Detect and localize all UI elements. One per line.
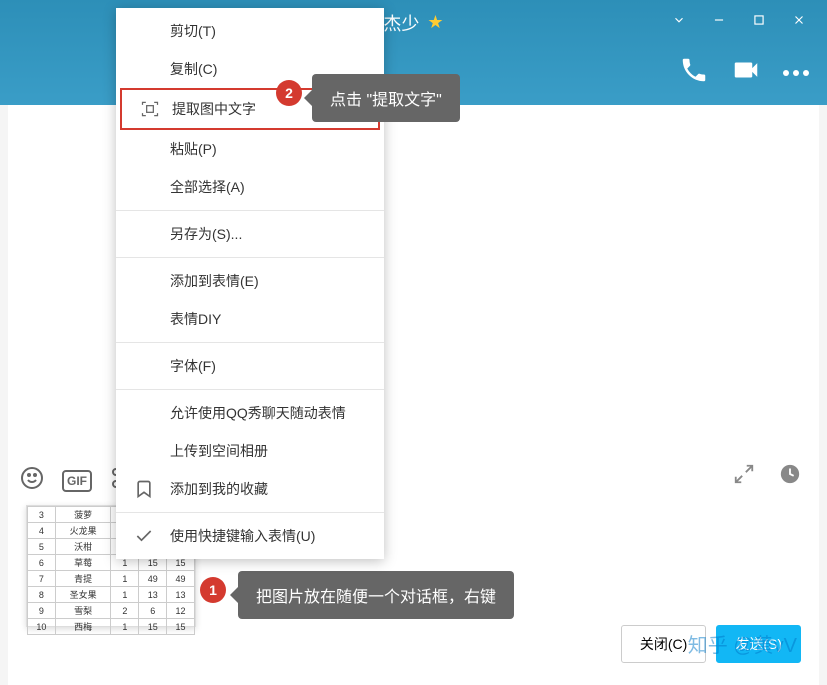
video-icon[interactable]: [731, 55, 761, 90]
table-cell: 沃柑: [55, 539, 111, 555]
menu-item-label: 使用快捷键输入表情(U): [170, 526, 315, 546]
menu-item-17[interactable]: 使用快捷键输入表情(U): [116, 517, 384, 555]
table-cell: 15: [167, 619, 195, 635]
maximize-icon[interactable]: [739, 4, 779, 36]
call-icon[interactable]: [679, 55, 709, 90]
dropdown-icon[interactable]: [659, 4, 699, 36]
menu-item-label: 复制(C): [170, 59, 217, 79]
table-row: 7青提14949: [28, 571, 195, 587]
menu-item-label: 提取图中文字: [172, 99, 256, 119]
menu-item-label: 另存为(S)...: [170, 224, 242, 244]
menu-item-label: 添加到表情(E): [170, 271, 259, 291]
table-cell: 1: [111, 619, 139, 635]
star-icon: ★: [427, 12, 443, 33]
table-row: 8圣女果11313: [28, 587, 195, 603]
table-cell: 9: [28, 603, 56, 619]
emoji-icon[interactable]: [20, 466, 44, 495]
close-icon[interactable]: [779, 4, 819, 36]
menu-item-label: 表情DIY: [170, 309, 221, 329]
menu-item-11[interactable]: 字体(F): [116, 347, 384, 385]
table-row: 10西梅11515: [28, 619, 195, 635]
table-row: 9雪梨2612: [28, 603, 195, 619]
table-cell: 6: [28, 555, 56, 571]
step-2-badge: 2: [276, 80, 302, 106]
menu-item-6[interactable]: 另存为(S)...: [116, 215, 384, 253]
gif-icon[interactable]: GIF: [62, 470, 92, 492]
table-cell: 13: [139, 587, 167, 603]
step-2-tooltip: 点击 "提取文字": [312, 74, 460, 122]
table-cell: 3: [28, 507, 56, 523]
table-cell: 2: [111, 603, 139, 619]
table-cell: 10: [28, 619, 56, 635]
table-cell: 4: [28, 523, 56, 539]
menu-item-8[interactable]: 添加到表情(E): [116, 262, 384, 300]
expand-icon[interactable]: [733, 463, 755, 490]
menu-item-14[interactable]: 上传到空间相册: [116, 432, 384, 470]
window-title: 杰少 ★: [383, 10, 443, 36]
table-cell: 6: [139, 603, 167, 619]
more-icon[interactable]: [783, 70, 809, 76]
table-cell: 雪梨: [55, 603, 111, 619]
table-cell: 49: [139, 571, 167, 587]
table-cell: 8: [28, 587, 56, 603]
send-button[interactable]: 发送(S): [716, 625, 801, 663]
menu-divider: [116, 342, 384, 343]
history-icon[interactable]: [779, 463, 801, 490]
minimize-icon[interactable]: [699, 4, 739, 36]
window-controls: [659, 4, 819, 36]
header-actions: [679, 55, 809, 90]
extract-text-icon: [140, 99, 160, 119]
table-cell: 草莓: [55, 555, 111, 571]
menu-item-label: 粘贴(P): [170, 139, 217, 159]
menu-item-label: 全部选择(A): [170, 177, 245, 197]
menu-item-4[interactable]: 全部选择(A): [116, 168, 384, 206]
toolbar-right: [733, 463, 801, 490]
bottom-buttons: 关闭(C) 发送(S): [621, 625, 801, 663]
table-cell: 5: [28, 539, 56, 555]
menu-item-13[interactable]: 允许使用QQ秀聊天随动表情: [116, 394, 384, 432]
table-cell: 13: [167, 587, 195, 603]
menu-divider: [116, 389, 384, 390]
table-cell: 火龙果: [55, 523, 111, 539]
menu-item-3[interactable]: 粘贴(P): [116, 130, 384, 168]
menu-item-label: 字体(F): [170, 356, 216, 376]
menu-item-9[interactable]: 表情DIY: [116, 300, 384, 338]
menu-item-label: 允许使用QQ秀聊天随动表情: [170, 403, 346, 423]
table-cell: 7: [28, 571, 56, 587]
menu-divider: [116, 257, 384, 258]
menu-item-15[interactable]: 添加到我的收藏: [116, 470, 384, 508]
table-cell: 1: [111, 571, 139, 587]
menu-item-0[interactable]: 剪切(T): [116, 12, 384, 50]
table-cell: 15: [139, 619, 167, 635]
step-1-tooltip: 把图片放在随便一个对话框，右键: [238, 571, 514, 619]
table-cell: 菠萝: [55, 507, 111, 523]
menu-item-label: 剪切(T): [170, 21, 216, 41]
table-cell: 49: [167, 571, 195, 587]
table-cell: 西梅: [55, 619, 111, 635]
contact-name: 杰少: [383, 10, 419, 36]
check-icon: [134, 526, 154, 546]
table-cell: 12: [167, 603, 195, 619]
table-cell: 1: [111, 587, 139, 603]
menu-divider: [116, 512, 384, 513]
bookmark-icon: [134, 479, 154, 499]
step-1-badge: 1: [200, 577, 226, 603]
close-button[interactable]: 关闭(C): [621, 625, 706, 663]
menu-item-label: 上传到空间相册: [170, 441, 268, 461]
table-cell: 圣女果: [55, 587, 111, 603]
menu-item-label: 添加到我的收藏: [170, 479, 268, 499]
menu-divider: [116, 210, 384, 211]
table-cell: 青提: [55, 571, 111, 587]
